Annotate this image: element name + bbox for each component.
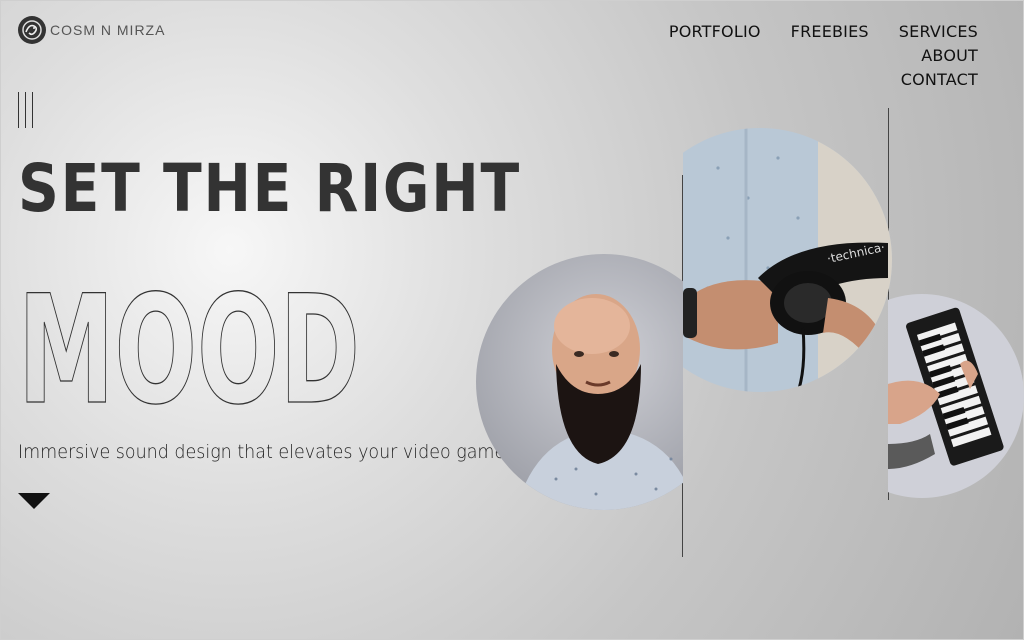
main-nav: PORTFOLIO FREEBIES SERVICESABOUT CONTACT	[598, 20, 978, 92]
brand-logo[interactable]: COSM N MIRZA	[18, 16, 165, 44]
dragon-logo-icon	[18, 16, 46, 44]
triangle-down-icon[interactable]	[18, 493, 50, 509]
decorative-bars	[18, 92, 33, 128]
mood-outline-text: MOOD	[18, 274, 360, 406]
nav-freebies[interactable]: FREEBIES	[791, 20, 869, 44]
hero-outline-word: MOOD	[18, 274, 361, 406]
hero-subtitle: Immersive sound design that elevates you…	[18, 441, 506, 463]
nav-contact[interactable]: CONTACT	[901, 68, 978, 92]
nav-about[interactable]: ABOUT	[921, 44, 978, 68]
nav-services[interactable]: SERVICES	[899, 20, 978, 44]
nav-portfolio[interactable]: PORTFOLIO	[669, 20, 761, 44]
brand-name: COSM N MIRZA	[50, 22, 166, 38]
hero-headline: SET THE RIGHT	[18, 150, 521, 227]
